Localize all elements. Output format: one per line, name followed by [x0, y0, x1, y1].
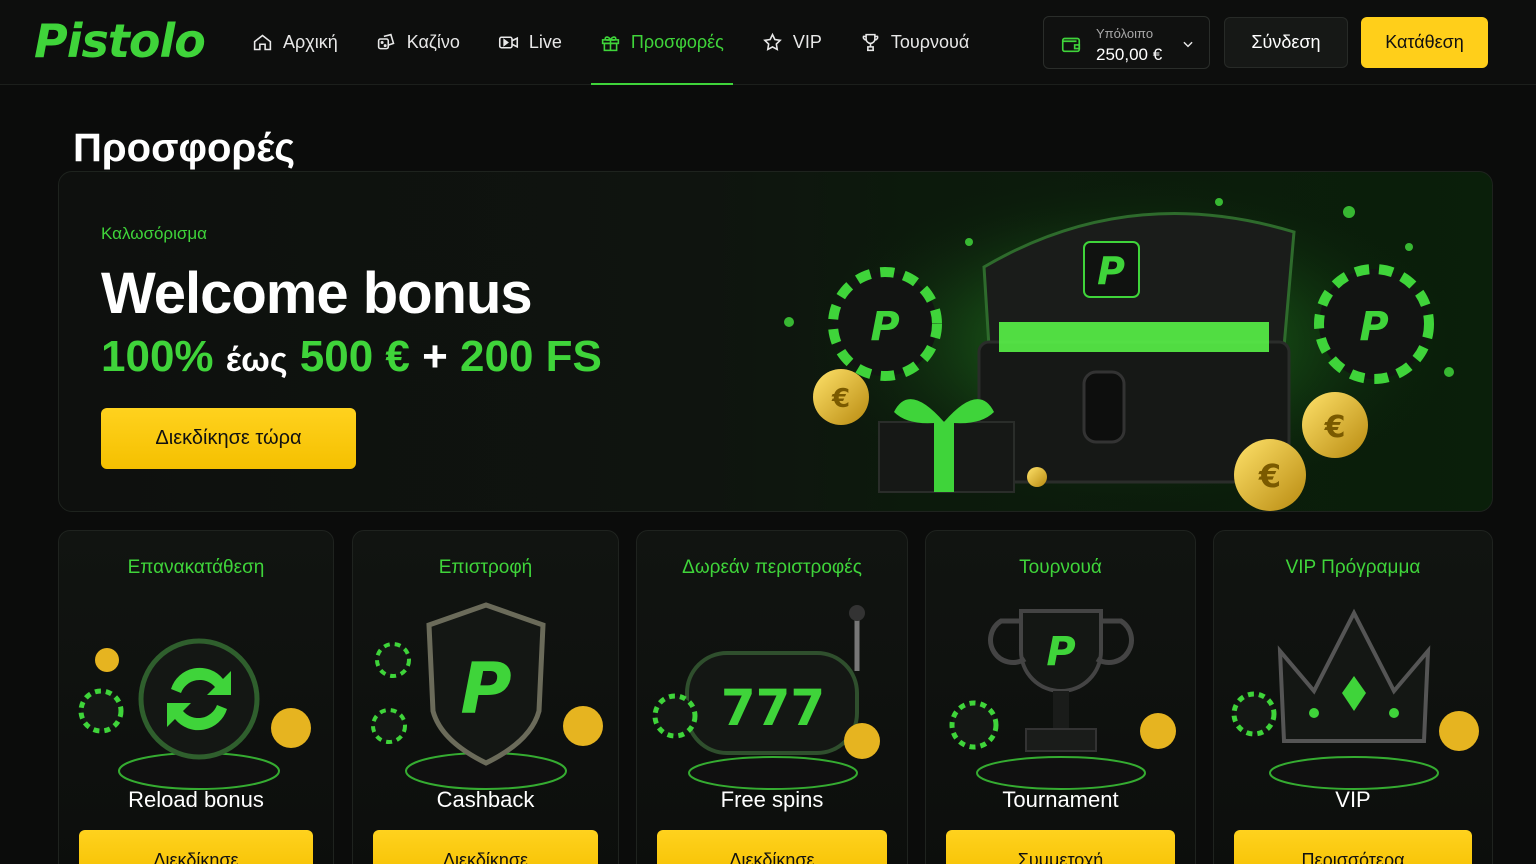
chevron-down-icon	[1183, 41, 1193, 48]
nav-item-casino[interactable]: Καζίνο	[376, 0, 460, 85]
promo-card-tournament[interactable]: Τουρνουά P Tournament Συμμετοχή	[925, 530, 1196, 864]
hero-offer: 100% έως 500 € + 200 FS	[101, 332, 602, 382]
svg-text:€: €	[1258, 457, 1281, 495]
home-icon	[253, 34, 272, 51]
nav-item-label: Αρχική	[283, 32, 338, 52]
reload-icon	[78, 638, 311, 790]
gift-icon	[601, 36, 620, 52]
promo-card-free-spins[interactable]: Δωρεάν περιστροφές 777 Free spins Διεκδί…	[636, 530, 908, 864]
promo-card-vip[interactable]: VIP Πρόγραμμα VIP Περισσότερα	[1213, 530, 1493, 864]
card-category: Δωρεάν περιστροφές	[682, 557, 862, 578]
offer-plus: +	[422, 332, 448, 381]
crown-icon	[1231, 608, 1479, 790]
card-name: VIP	[1335, 787, 1371, 812]
nav-item-home[interactable]: Αρχική	[252, 0, 338, 85]
chest: P	[977, 211, 1296, 484]
offer-amount: 500 €	[299, 332, 410, 381]
page-title: Προσφορές	[73, 126, 296, 170]
balance-dropdown[interactable]: Υπόλοιπο 250,00 €	[1043, 16, 1210, 69]
balance-amount: 250,00 €	[1096, 45, 1163, 64]
card-name: Free spins	[720, 787, 824, 812]
svg-text:P: P	[870, 304, 899, 350]
claim-button[interactable]: Διεκδίκησε	[79, 830, 313, 864]
svg-text:€: €	[1324, 410, 1346, 445]
claim-button[interactable]: Διεκδίκησε	[657, 830, 887, 864]
dice-icon	[377, 33, 395, 50]
claim-now-button[interactable]: Διεκδίκησε τώρα	[101, 408, 356, 469]
svg-text:777: 777	[721, 679, 825, 737]
card-name: Reload bonus	[128, 787, 264, 812]
nav-item-tournaments[interactable]: Τουρνουά	[860, 0, 969, 85]
nav-item-label: Live	[528, 32, 562, 52]
nav-links: Αρχική Καζίνο Live Προσφορές VIP Τουρνου…	[252, 0, 969, 85]
deposit-button[interactable]: Κατάθεση	[1361, 17, 1488, 68]
card-category: Επανακατάθεση	[127, 557, 265, 578]
trophy-icon	[862, 33, 879, 52]
welcome-bonus-banner: Καλωσόρισμα Welcome bonus 100% έως 500 €…	[58, 171, 1493, 512]
promo-card-reload[interactable]: Επανακατάθεση Reload bonus Διεκδίκησε	[58, 530, 334, 864]
slot-machine-icon: 777	[652, 605, 880, 790]
treasure-chest-illustration: P P P € € €	[784, 172, 1459, 511]
svg-text:€: €	[831, 384, 850, 414]
more-button[interactable]: Περισσότερα	[1234, 830, 1472, 864]
star-icon	[762, 32, 782, 51]
nav-item-live[interactable]: Live	[498, 0, 562, 85]
hero-title: Welcome bonus	[101, 261, 533, 326]
join-button[interactable]: Συμμετοχή	[946, 830, 1175, 864]
live-camera-icon	[498, 36, 518, 49]
login-button[interactable]: Σύνδεση	[1224, 17, 1348, 68]
trophy-icon: P	[949, 609, 1176, 790]
offer-word: έως	[225, 341, 288, 379]
nav-item-label: Καζίνο	[406, 32, 460, 52]
nav-item-promotions[interactable]: Προσφορές	[590, 0, 733, 85]
card-category: Επιστροφή	[438, 557, 533, 578]
offer-free-spins: 200 FS	[460, 332, 602, 381]
card-name: Cashback	[436, 787, 535, 812]
card-name: Tournament	[1002, 787, 1119, 812]
svg-text:P: P	[1097, 249, 1125, 293]
nav-item-label: VIP	[792, 32, 822, 52]
card-category: Τουρνουά	[1019, 557, 1102, 578]
nav-item-label: Προσφορές	[630, 32, 724, 52]
top-navigation: Pistolo Αρχική Καζίνο Live Προσφορές VIP…	[0, 0, 1536, 85]
shield-icon: P	[371, 602, 603, 790]
offer-percent: 100%	[101, 332, 214, 381]
hero-kicker: Καλωσόρισμα	[101, 224, 207, 243]
svg-text:P: P	[1046, 629, 1075, 675]
claim-button[interactable]: Διεκδίκησε	[373, 830, 598, 864]
svg-text:P: P	[1359, 304, 1388, 350]
wallet-icon	[1061, 37, 1081, 53]
balance-label: Υπόλοιπο	[1096, 26, 1154, 41]
svg-text:P: P	[460, 648, 511, 730]
nav-item-label: Τουρνουά	[890, 32, 970, 52]
card-category: VIP Πρόγραμμα	[1285, 557, 1421, 578]
pistolo-logo[interactable]: Pistolo	[34, 14, 206, 68]
promo-card-cashback[interactable]: Επιστροφή P Cashback Διεκδίκησε	[352, 530, 619, 864]
nav-item-vip[interactable]: VIP	[762, 0, 822, 85]
